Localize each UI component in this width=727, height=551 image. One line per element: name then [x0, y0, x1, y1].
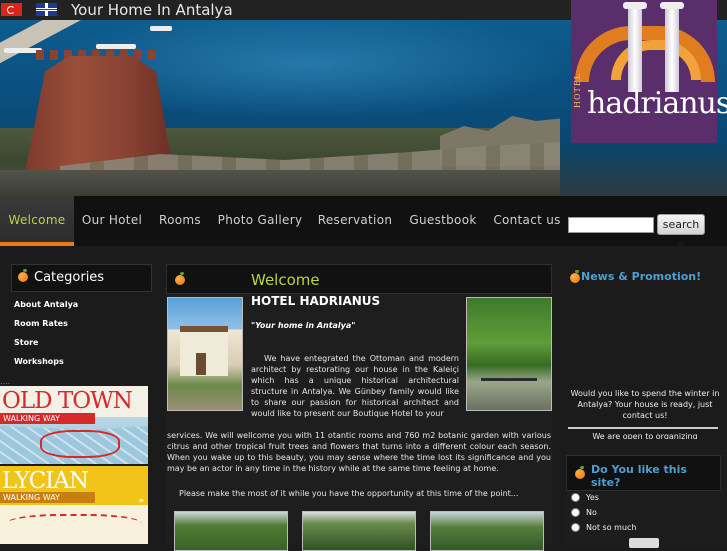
sidebar-link-about-antalya[interactable]: About Antalya [11, 295, 152, 314]
nav-rooms[interactable]: Rooms [152, 196, 208, 246]
hotel-quote: "Your home in Antalya" [251, 321, 356, 330]
news-more-text: We are open to organizing [592, 432, 698, 439]
welcome-header: Welcome [166, 264, 552, 294]
news-title: News & Promotion! [581, 270, 702, 283]
divider-dots: .... [0, 377, 11, 386]
orange-icon [175, 272, 185, 285]
categories-header: Categories [11, 264, 152, 292]
nav-guestbook[interactable]: Guestbook [402, 196, 484, 246]
promo-title: LYCIAN [2, 468, 89, 494]
poll-panel: Do You like this site? Yes No Not so muc… [566, 449, 727, 548]
old-town-walking-way-banner[interactable]: OLD TOWN WALKING WAY [0, 386, 148, 464]
column-icon [623, 2, 647, 92]
radio-button[interactable] [571, 523, 580, 532]
nav-photo-gallery[interactable]: Photo Gallery [212, 196, 308, 246]
logo-name: hadrianus [587, 86, 727, 121]
sidebar-link-room-rates[interactable]: Room Rates [11, 314, 152, 333]
intro-paragraph: We have entegrated the Ottoman and moder… [251, 354, 459, 418]
poll-title: Do You like this site? [591, 463, 687, 489]
search-input[interactable] [568, 217, 654, 233]
description-paragraph: services. We will wellcome you with 11 o… [167, 431, 551, 473]
gallery-thumbnail[interactable] [430, 511, 544, 551]
logo-hotel-text: HOTEL [573, 72, 582, 108]
route-map-image [6, 514, 142, 538]
nav-reservation[interactable]: Reservation [312, 196, 398, 246]
option-label: Not so much [586, 523, 637, 532]
uk-flag-icon[interactable] [36, 3, 57, 16]
promo-subtitle: WALKING WAY [0, 492, 95, 503]
orange-icon [570, 270, 580, 283]
promo-title: OLD TOWN [2, 388, 133, 414]
welcome-content: Welcome HOTEL HADRIANUS "Your home in An… [166, 264, 552, 551]
promo-subtitle: WALKING WAY [0, 413, 95, 424]
boat [96, 44, 136, 49]
sidebar-link-store[interactable]: Store [11, 333, 152, 352]
boat [150, 26, 172, 31]
section-title: Welcome [251, 271, 320, 289]
radio-button[interactable] [571, 493, 580, 502]
vote-button[interactable] [629, 538, 659, 548]
poll-option-no[interactable]: No [571, 507, 597, 519]
poll-header: Do You like this site? [566, 455, 721, 491]
site-tagline: Your Home In Antalya [71, 1, 233, 19]
poll-option-yes[interactable]: Yes [571, 492, 599, 504]
turkish-flag-icon[interactable] [1, 3, 22, 16]
closing-paragraph: Please make the most of it while you hav… [179, 489, 519, 498]
divider [568, 427, 718, 429]
gallery-thumbnail[interactable] [174, 511, 288, 551]
column-icon [660, 2, 684, 92]
nav-our-hotel[interactable]: Our Hotel [76, 196, 148, 246]
option-label: No [586, 508, 597, 517]
nav-welcome[interactable]: Welcome [0, 196, 74, 246]
lycian-walking-way-banner[interactable]: LYCIAN WALKING WAY » [0, 466, 148, 544]
categories-sidebar: Categories About Antalya Room Rates Stor… [11, 264, 152, 371]
hotel-name: HOTEL HADRIANUS [251, 294, 381, 308]
news-panel: News & Promotion! Would you like to spen… [566, 264, 721, 439]
hotel-logo[interactable]: HOTEL hadrianus [571, 0, 727, 143]
poll-option-not-so-much[interactable]: Not so much [571, 522, 637, 534]
news-text: Would you like to spend the winter in An… [570, 389, 720, 420]
sidebar-link-workshops[interactable]: Workshops [11, 352, 152, 371]
radio-button[interactable] [571, 508, 580, 517]
arrow-icon: » [138, 496, 144, 506]
option-label: Yes [586, 493, 599, 502]
orange-icon [18, 269, 28, 282]
gallery-thumbnail[interactable] [302, 511, 416, 551]
garden-photo [466, 297, 552, 411]
hotel-building-photo [167, 297, 243, 411]
search-button[interactable]: search » [657, 214, 705, 250]
categories-title: Categories [34, 270, 105, 285]
orange-icon [575, 466, 585, 479]
nav-contact-us[interactable]: Contact us [488, 196, 566, 246]
